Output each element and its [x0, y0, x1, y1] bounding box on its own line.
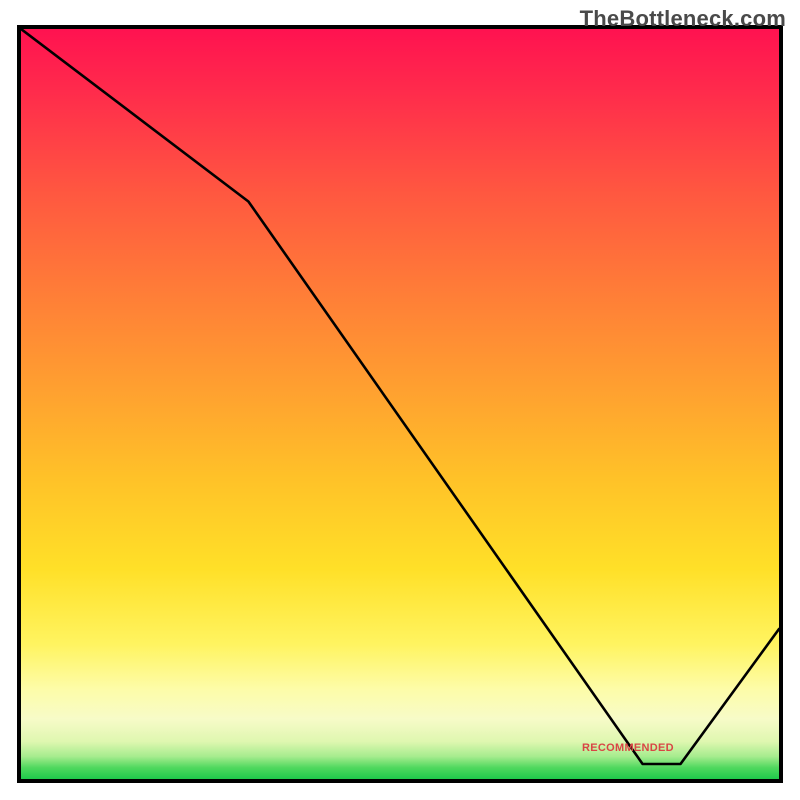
recommended-annotation: RECOMMENDED — [582, 742, 674, 754]
chart-container: TheBottleneck.com RECOMMENDED — [0, 0, 800, 800]
plot-area: RECOMMENDED — [17, 25, 783, 783]
bottleneck-curve-line — [21, 29, 779, 764]
line-series-svg — [21, 29, 779, 779]
watermark-text: TheBottleneck.com — [580, 6, 786, 32]
